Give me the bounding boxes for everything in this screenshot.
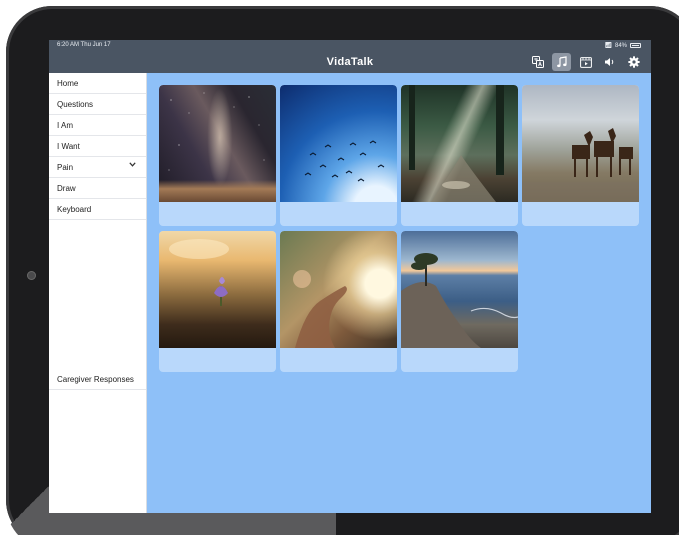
camera-icon <box>27 271 36 280</box>
sidebar-item-questions[interactable]: Questions <box>49 94 146 115</box>
image-tile-coast[interactable] <box>401 231 518 372</box>
sidebar-item-keyboard[interactable]: Keyboard <box>49 199 146 220</box>
wild-horses-field-image <box>522 85 639 202</box>
music-icon <box>556 56 567 68</box>
image-tile-milky-way[interactable] <box>159 85 276 226</box>
chevron-down-icon <box>129 162 136 167</box>
gear-icon <box>627 56 640 68</box>
forest-overlay <box>409 85 504 202</box>
status-indicators: 📶︎ 84% <box>604 42 641 49</box>
flower-overlay <box>169 239 229 306</box>
status-time: 6:20 AM Thu Jun 17 <box>57 42 111 48</box>
battery-icon <box>630 43 641 48</box>
caregiver-responses-button[interactable]: Caregiver Responses <box>49 370 146 390</box>
image-tile-flower[interactable] <box>159 231 276 372</box>
image-tile-hand[interactable] <box>280 231 397 372</box>
birds-overlay <box>304 140 385 182</box>
sidebar-item-label: I Am <box>57 120 74 130</box>
purple-crocus-sunset-image <box>159 231 276 348</box>
translate-icon <box>531 56 544 68</box>
music-button[interactable] <box>552 53 571 71</box>
birds-in-blue-sky-image <box>280 85 397 202</box>
video-button[interactable] <box>576 53 595 71</box>
video-icon <box>579 56 592 68</box>
image-tile-horses[interactable] <box>522 85 639 226</box>
sidebar: Home Questions I Am I Want Pain Draw Key… <box>49 73 147 513</box>
top-bar: 6:20 AM Thu Jun 17 📶︎ 84% VidaTalk <box>49 40 651 73</box>
sidebar-item-label: Questions <box>57 99 94 109</box>
caregiver-responses-label: Caregiver Responses <box>57 375 134 384</box>
hand-in-sunlight-image <box>280 231 397 348</box>
sidebar-item-i-want[interactable]: I Want <box>49 136 146 157</box>
sidebar-item-label: Pain <box>57 162 74 172</box>
sunlit-forest-stream-image <box>401 85 518 202</box>
battery-percent: 84% <box>614 42 627 49</box>
image-tile-forest[interactable] <box>401 85 518 226</box>
sidebar-item-i-am[interactable]: I Am <box>49 115 146 136</box>
volume-button[interactable] <box>600 53 619 71</box>
sidebar-item-label: Draw <box>57 183 76 193</box>
sidebar-item-label: I Want <box>57 141 80 151</box>
sidebar-item-label: Keyboard <box>57 204 92 214</box>
toolbar <box>528 53 643 71</box>
coast-overlay <box>401 253 518 348</box>
coastal-cliff-cypress-image <box>401 231 518 348</box>
sidebar-item-pain[interactable]: Pain <box>49 157 146 178</box>
hand-overlay <box>293 270 347 348</box>
milky-way-night-sky-image <box>159 85 276 202</box>
settings-button[interactable] <box>624 53 643 71</box>
horses-overlay <box>522 128 639 202</box>
stars-overlay <box>168 92 265 171</box>
app-screen: 6:20 AM Thu Jun 17 📶︎ 84% VidaTalk Home … <box>49 40 651 513</box>
translate-button[interactable] <box>528 53 547 71</box>
image-tile-birds[interactable] <box>280 85 397 226</box>
wifi-icon: 📶︎ <box>604 43 612 49</box>
volume-icon <box>604 58 613 66</box>
sidebar-item-draw[interactable]: Draw <box>49 178 146 199</box>
sidebar-item-label: Home <box>57 78 79 88</box>
sidebar-item-home[interactable]: Home <box>49 73 146 94</box>
